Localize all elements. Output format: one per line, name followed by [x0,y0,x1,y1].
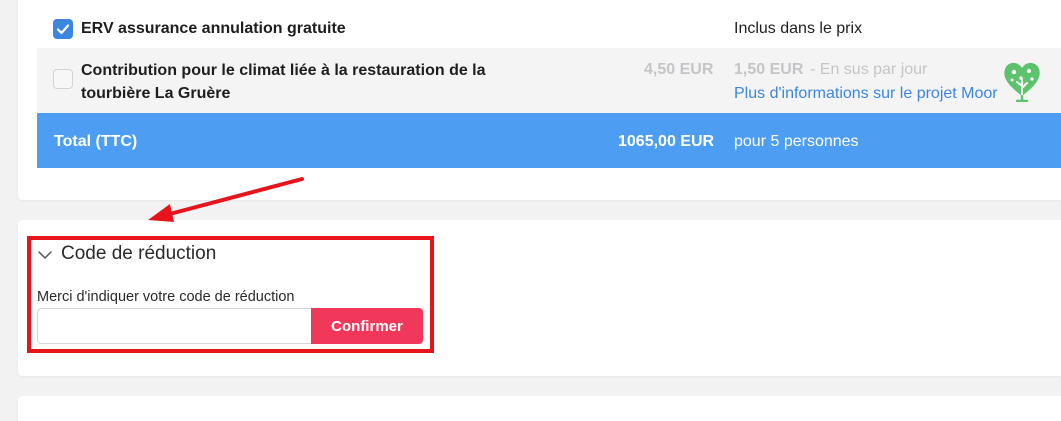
table-row-climate [37,48,1061,113]
next-section-card [18,396,1061,421]
annotation-highlight-box [27,236,434,353]
erv-label: ERV assurance annulation gratuite [81,20,346,37]
climate-checkbox[interactable] [53,69,73,89]
erv-price-info: Inclus dans le prix [734,20,863,37]
total-note: pour 5 personnes [734,133,859,150]
climate-label-line2: tourbière La Gruère [81,85,231,102]
tree-heart-icon [1004,62,1040,102]
climate-price: 4,50 EUR [644,61,714,78]
total-price: 1065,00 EUR [618,133,715,150]
climate-day-note: - En sus par jour [810,61,928,78]
annotation-arrow-icon [148,177,304,222]
climate-day-price: 1,50 EUR [734,61,804,78]
checkmark-icon [56,24,70,35]
erv-checkbox[interactable] [53,19,73,39]
total-label: Total (TTC) [54,133,138,150]
table-row-total [37,113,1061,168]
moor-project-link[interactable]: Plus d'informations sur le projet Moor [734,85,998,103]
climate-label-line1: Contribution pour le climat liée à la re… [81,62,486,79]
